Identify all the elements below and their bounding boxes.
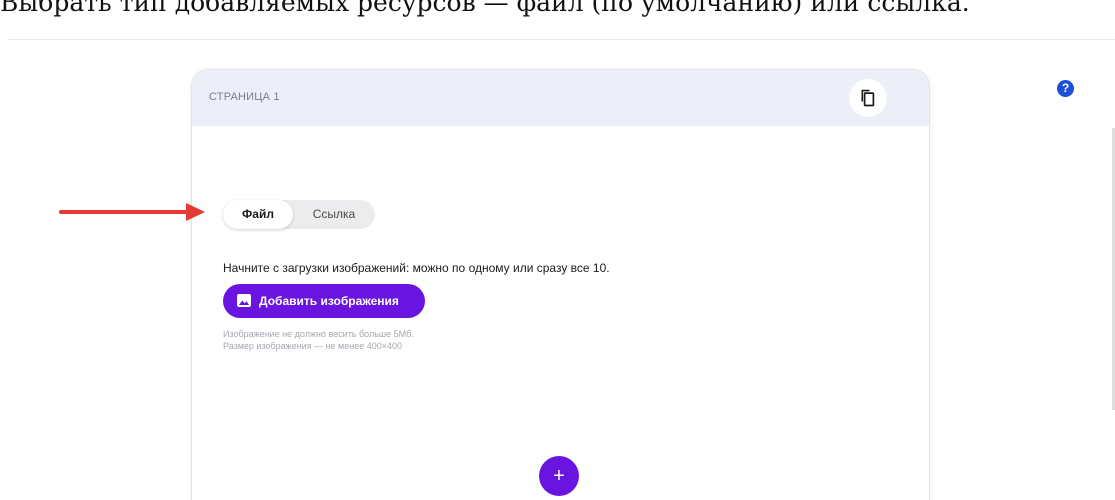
page-title: СТРАНИЦА 1 xyxy=(209,91,280,103)
add-page-button[interactable]: + xyxy=(539,456,579,496)
size-limit-hint: Изображение не должно весить больше 5Мб. xyxy=(223,329,414,339)
page-header: СТРАНИЦА 1 xyxy=(192,70,929,126)
top-divider xyxy=(8,39,1115,40)
page-card: СТРАНИЦА 1 Файл Ссылка Начните с загрузк… xyxy=(192,70,929,500)
screenshot: Выбрать тип добавляемых ресурсов — файл … xyxy=(0,0,1115,500)
copy-page-button[interactable] xyxy=(849,79,887,117)
dimension-hint: Размер изображения — не менее 400×400 xyxy=(223,341,402,351)
upload-instruction: Начните с загрузки изображений: можно по… xyxy=(223,261,610,275)
top-bar xyxy=(8,20,1115,39)
add-images-label: Добавить изображения xyxy=(259,294,399,308)
tab-file[interactable]: Файл xyxy=(223,200,293,229)
tab-link[interactable]: Ссылка xyxy=(293,200,375,229)
document-caption: Выбрать тип добавляемых ресурсов — файл … xyxy=(0,0,970,17)
help-icon[interactable]: ? xyxy=(1057,80,1074,97)
annotation-arrow-icon xyxy=(59,203,205,221)
add-images-button[interactable]: Добавить изображения xyxy=(223,284,425,318)
copy-icon xyxy=(861,89,875,107)
resource-type-toggle: Файл Ссылка xyxy=(223,200,375,229)
image-icon xyxy=(237,294,251,307)
